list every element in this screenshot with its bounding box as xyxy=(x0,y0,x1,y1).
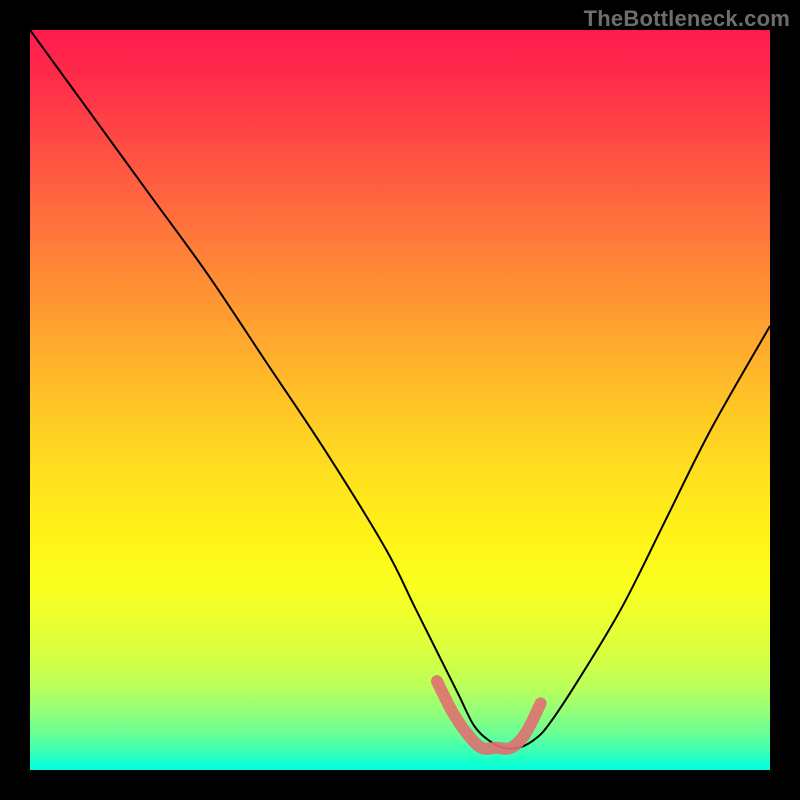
chart-container: TheBottleneck.com xyxy=(0,0,800,800)
series-optimal-band xyxy=(437,681,541,749)
chart-svg xyxy=(30,30,770,770)
watermark-text: TheBottleneck.com xyxy=(584,6,790,32)
plot-area xyxy=(30,30,770,770)
series-group xyxy=(30,30,770,749)
series-bottleneck-curve xyxy=(30,30,770,749)
